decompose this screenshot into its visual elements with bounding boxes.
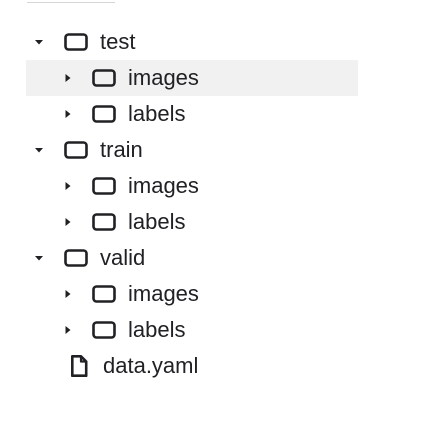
tree-item-label: test [100, 29, 136, 54]
tree-item-train-labels[interactable]: labels [0, 204, 441, 240]
caret-down-icon[interactable] [32, 251, 46, 265]
caret-right-icon[interactable] [61, 215, 75, 229]
tree-item-label: data.yaml [103, 353, 199, 378]
tree-item-label: labels [128, 209, 186, 234]
caret-right-icon[interactable] [61, 323, 75, 337]
tree-item-valid-labels[interactable]: labels [0, 312, 441, 348]
folder-icon [91, 317, 117, 343]
tree-item-train-images[interactable]: images [0, 168, 441, 204]
folder-icon [63, 245, 89, 271]
tree-item-valid-folder[interactable]: valid [0, 240, 441, 276]
tree-item-valid-images[interactable]: images [0, 276, 441, 312]
file-icon [66, 353, 92, 379]
caret-right-icon[interactable] [61, 71, 75, 85]
tree-item-test-images[interactable]: images [26, 60, 358, 96]
caret-right-icon[interactable] [61, 287, 75, 301]
tree-item-label: images [128, 65, 199, 90]
file-tree: test images labels train images labels v… [0, 24, 441, 384]
folder-icon [91, 209, 117, 235]
tree-item-label: valid [100, 245, 146, 270]
caret-right-icon[interactable] [61, 179, 75, 193]
tree-item-label: images [128, 281, 199, 306]
tree-item-label: labels [128, 101, 186, 126]
folder-icon [91, 65, 117, 91]
tree-item-train-folder[interactable]: train [0, 132, 441, 168]
tree-item-label: labels [128, 317, 186, 342]
folder-icon [91, 173, 117, 199]
caret-down-icon[interactable] [32, 143, 46, 157]
folder-icon [63, 29, 89, 55]
tree-item-data-yaml[interactable]: data.yaml [0, 348, 441, 384]
divider [27, 2, 115, 3]
tree-item-label: images [128, 173, 199, 198]
tree-item-label: train [100, 137, 143, 162]
caret-right-icon[interactable] [61, 107, 75, 121]
tree-item-test-folder[interactable]: test [0, 24, 441, 60]
tree-item-test-labels[interactable]: labels [0, 96, 441, 132]
folder-icon [91, 101, 117, 127]
folder-icon [91, 281, 117, 307]
folder-icon [63, 137, 89, 163]
caret-down-icon[interactable] [32, 35, 46, 49]
